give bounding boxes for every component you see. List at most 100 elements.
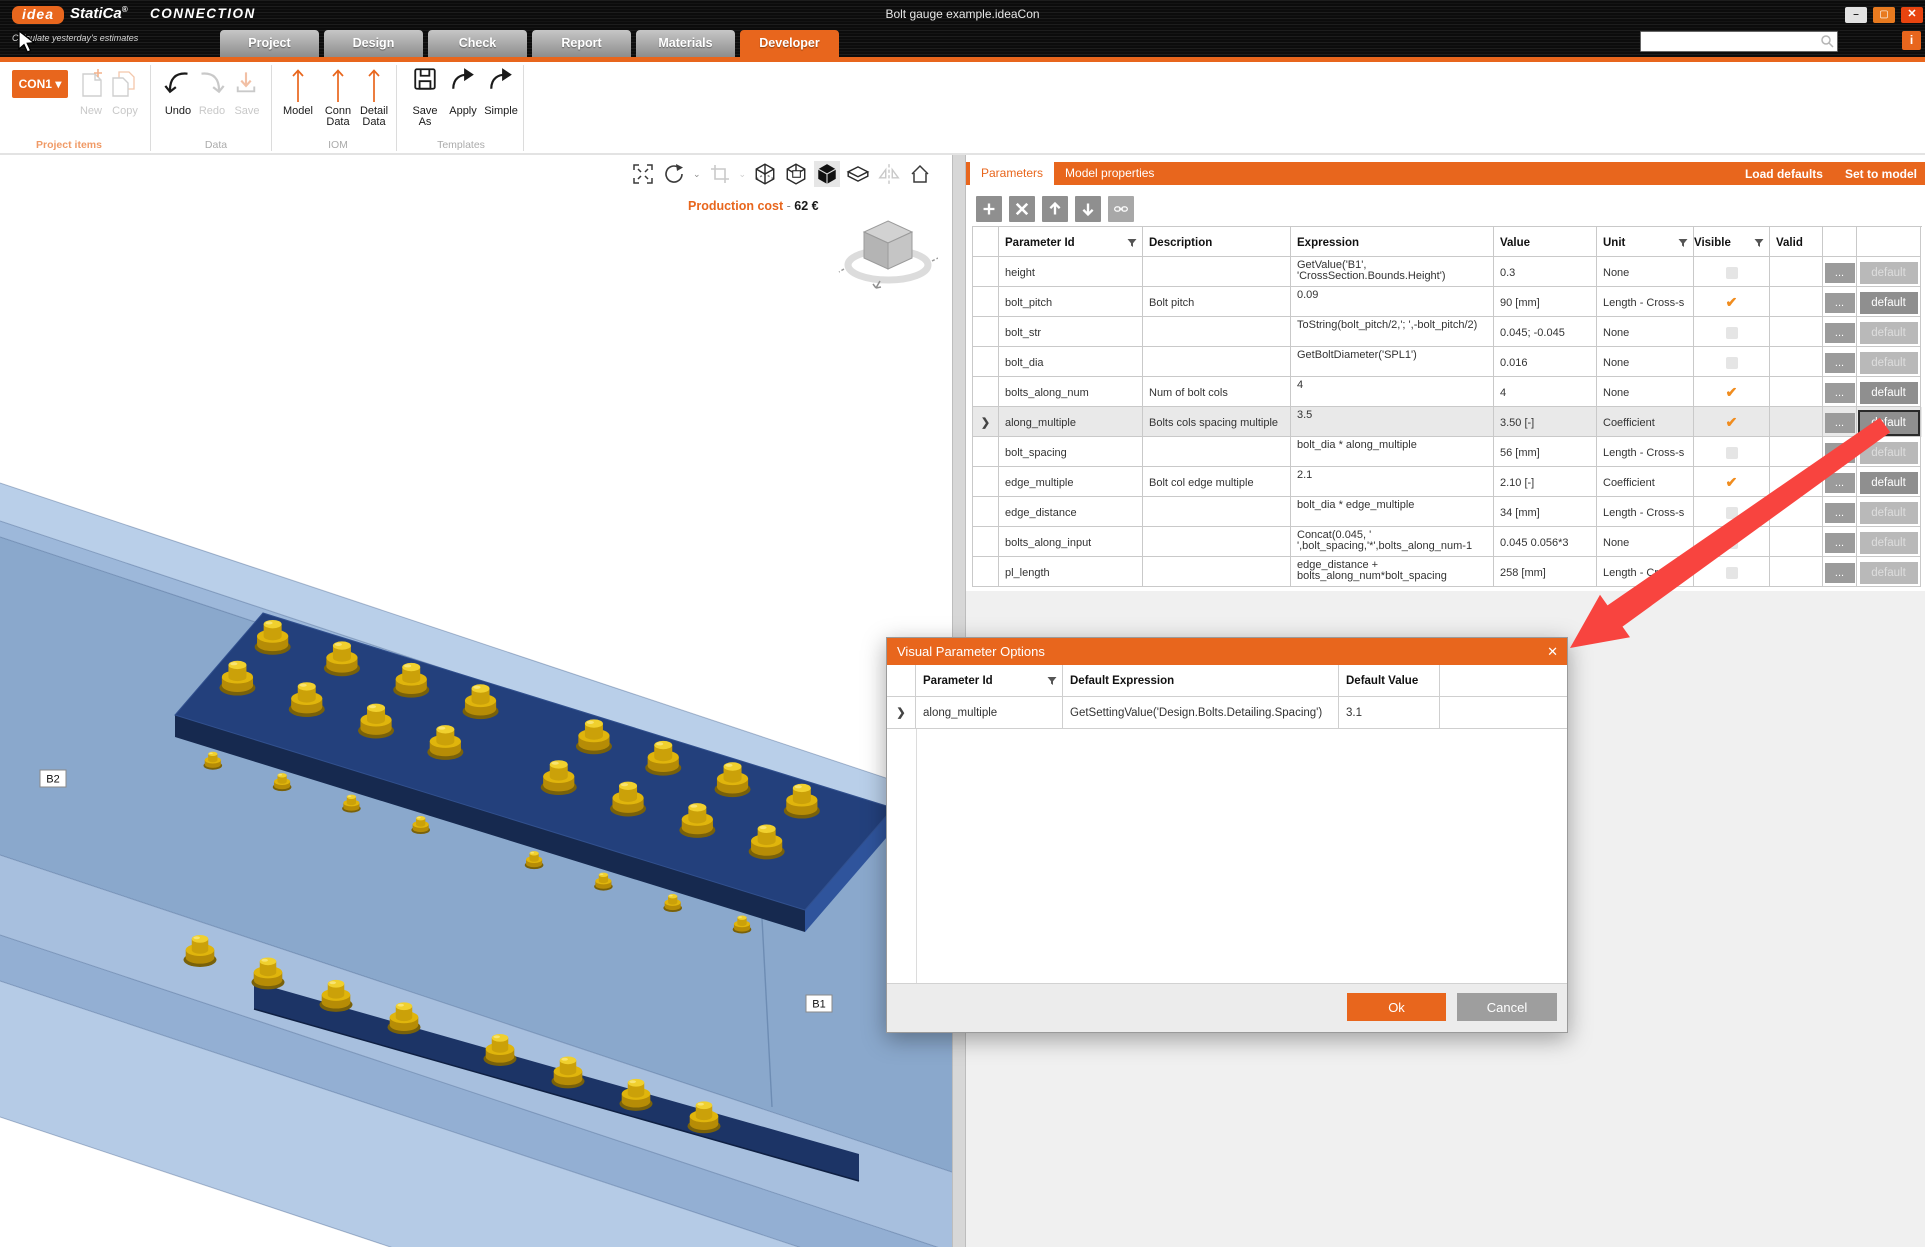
cell-unit[interactable]: Coefficient (1597, 407, 1694, 437)
cell-value[interactable]: 0.045 0.056*3 (1494, 527, 1597, 557)
cell-visible[interactable] (1694, 257, 1770, 287)
default-button[interactable]: default (1860, 412, 1918, 434)
default-button[interactable]: default (1860, 472, 1918, 494)
more-options-button[interactable]: ... (1825, 263, 1855, 283)
cell-parameter-id[interactable]: edge_distance (999, 497, 1143, 527)
minimize-button[interactable]: – (1845, 7, 1867, 23)
row-selector[interactable] (973, 437, 999, 467)
row-selector[interactable] (973, 377, 999, 407)
dialog-row-along_multiple[interactable]: ❯along_multipleGetSettingValue('Design.B… (887, 697, 1567, 729)
cell-expression[interactable]: ToString(bolt_pitch/2,'; ',-bolt_pitch/2… (1291, 317, 1494, 347)
cell-unit[interactable]: None (1597, 377, 1694, 407)
cell-visible[interactable] (1694, 557, 1770, 587)
cell-parameter-id[interactable]: height (999, 257, 1143, 287)
panel-tab-parameters[interactable]: Parameters (970, 162, 1054, 185)
default-button[interactable]: default (1860, 292, 1918, 314)
more-options-button[interactable]: ... (1825, 443, 1855, 463)
column-header-unit[interactable]: Unit (1597, 227, 1694, 257)
cell-unit[interactable]: None (1597, 257, 1694, 287)
redo-button-label[interactable]: Redo (193, 106, 231, 117)
chevron-down-icon[interactable]: ⌄ (693, 169, 701, 180)
cell-expression[interactable]: 2.1 (1291, 467, 1494, 497)
dialog-column-header-default-expression[interactable]: Default Expression (1063, 665, 1339, 697)
cell-description[interactable] (1143, 317, 1291, 347)
cell-value[interactable]: 0.016 (1494, 347, 1597, 377)
maximize-button[interactable]: ▢ (1873, 7, 1895, 23)
detail-data-icon[interactable] (366, 67, 382, 108)
parameter-row-bolts_along_num[interactable]: bolts_along_numNum of bolt cols44None✔..… (973, 377, 1922, 407)
cell-unit[interactable]: Length - Cross-s (1597, 497, 1694, 527)
delete-parameter-button[interactable] (1009, 196, 1035, 222)
hidden-line-cube-icon[interactable] (783, 161, 809, 187)
solid-cube-icon[interactable] (814, 161, 840, 187)
more-options-button[interactable]: ... (1825, 413, 1855, 433)
default-button[interactable]: default (1860, 442, 1918, 464)
dialog-cell-parameter-id[interactable]: along_multiple (916, 697, 1063, 729)
simple-icon[interactable] (488, 66, 514, 97)
checkmark-icon[interactable]: ✔ (1726, 384, 1738, 401)
cell-description[interactable]: Bolt col edge multiple (1143, 467, 1291, 497)
3d-viewport[interactable]: B2B1 ⌄⌄ Production cost - 62 € (0, 155, 952, 1247)
cell-expression[interactable]: 4 (1291, 377, 1494, 407)
checkmark-icon[interactable]: ✔ (1726, 294, 1738, 311)
tab-materials[interactable]: Materials (636, 30, 735, 57)
cell-visible[interactable]: ✔ (1694, 467, 1770, 497)
column-header-description[interactable]: Description (1143, 227, 1291, 257)
conn-data-icon[interactable] (330, 67, 346, 108)
cell-unit[interactable]: Length - Cross-s (1597, 287, 1694, 317)
cell-value[interactable]: 0.3 (1494, 257, 1597, 287)
apply-button-label[interactable]: Apply (442, 106, 484, 117)
cell-value[interactable]: 0.045; -0.045 (1494, 317, 1597, 347)
parameter-row-bolt_dia[interactable]: bolt_diaGetBoltDiameter('SPL1')0.016None… (973, 347, 1922, 377)
cell-value[interactable]: 3.50 [-] (1494, 407, 1597, 437)
checkbox-unchecked[interactable] (1726, 537, 1738, 549)
cell-unit[interactable]: Length - Cross-s (1597, 437, 1694, 467)
cell-parameter-id[interactable]: bolt_spacing (999, 437, 1143, 467)
link-button[interactable] (1108, 196, 1134, 222)
cell-parameter-id[interactable]: bolt_str (999, 317, 1143, 347)
default-button[interactable]: default (1860, 532, 1918, 554)
tab-project[interactable]: Project (220, 30, 319, 57)
panel-tab-model-properties[interactable]: Model properties (1054, 162, 1165, 185)
cell-description[interactable] (1143, 257, 1291, 287)
model-button-label[interactable]: Model (276, 106, 320, 117)
default-button[interactable]: default (1860, 502, 1918, 524)
cell-visible[interactable] (1694, 497, 1770, 527)
save-as-button-label[interactable]: Save As (404, 106, 446, 128)
parameter-row-bolts_along_input[interactable]: bolts_along_input Concat(0.045, ' ',bolt_… (973, 527, 1922, 557)
cell-description[interactable] (1143, 557, 1291, 587)
cell-unit[interactable]: None (1597, 347, 1694, 377)
home-icon[interactable] (907, 161, 933, 187)
row-selector[interactable] (973, 497, 999, 527)
checkmark-icon[interactable]: ✔ (1726, 474, 1738, 491)
cell-description[interactable] (1143, 437, 1291, 467)
cell-parameter-id[interactable]: bolt_pitch (999, 287, 1143, 317)
set-to-model-link[interactable]: Set to model (1845, 167, 1917, 181)
cell-visible[interactable] (1694, 527, 1770, 557)
checkbox-unchecked[interactable] (1726, 567, 1738, 579)
cell-parameter-id[interactable]: bolts_along_input (999, 527, 1143, 557)
save-as-icon[interactable] (412, 66, 438, 97)
cell-value[interactable]: 34 [mm] (1494, 497, 1597, 527)
column-header-value[interactable]: Value (1494, 227, 1597, 257)
default-button[interactable]: default (1860, 322, 1918, 344)
apply-icon[interactable] (450, 66, 476, 97)
cell-visible[interactable]: ✔ (1694, 377, 1770, 407)
cell-description[interactable] (1143, 347, 1291, 377)
info-button[interactable]: i (1902, 31, 1921, 50)
cell-description[interactable]: Num of bolt cols (1143, 377, 1291, 407)
copy-button-label[interactable]: Copy (106, 106, 144, 117)
cell-description[interactable]: Bolt pitch (1143, 287, 1291, 317)
model-icon[interactable] (290, 67, 306, 108)
cell-value[interactable]: 258 [mm] (1494, 557, 1597, 587)
default-button[interactable]: default (1860, 562, 1918, 584)
cell-value[interactable]: 56 [mm] (1494, 437, 1597, 467)
parameter-row-pl_length[interactable]: pl_lengthedge_distance + bolts_along_num… (973, 557, 1922, 587)
cell-expression[interactable]: Concat(0.045, ' ',bolt_spacing,'*',bolts… (1291, 527, 1494, 557)
cell-unit[interactable]: None (1597, 527, 1694, 557)
cell-expression[interactable]: 0.09 (1291, 287, 1494, 317)
new-button-label[interactable]: New (72, 106, 110, 117)
cell-description[interactable] (1143, 497, 1291, 527)
dialog-column-header-parameter-id[interactable]: Parameter Id (916, 665, 1063, 697)
checkmark-icon[interactable]: ✔ (1726, 414, 1738, 431)
